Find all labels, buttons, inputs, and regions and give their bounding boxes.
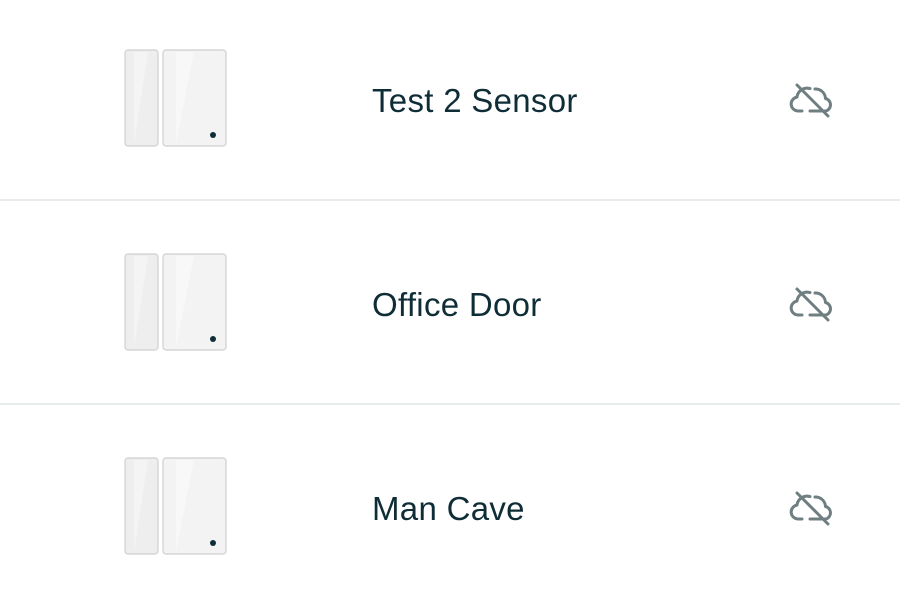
cloud-offline-icon <box>788 80 836 120</box>
device-list: Test 2 Sensor Office Door Man Cave <box>0 0 900 607</box>
device-row[interactable]: Test 2 Sensor <box>0 0 900 200</box>
device-name: Test 2 Sensor <box>372 82 578 119</box>
cloud-offline-icon <box>788 284 836 324</box>
device-row[interactable]: Office Door <box>0 204 900 404</box>
device-name: Office Door <box>372 286 542 323</box>
entry-sensor-icon <box>124 456 228 556</box>
device-row[interactable]: Man Cave <box>0 408 900 607</box>
row-divider <box>0 199 900 201</box>
row-divider <box>0 403 900 405</box>
entry-sensor-icon <box>124 252 228 352</box>
cloud-offline-icon <box>788 488 836 528</box>
entry-sensor-icon <box>124 48 228 148</box>
device-name: Man Cave <box>372 490 525 527</box>
